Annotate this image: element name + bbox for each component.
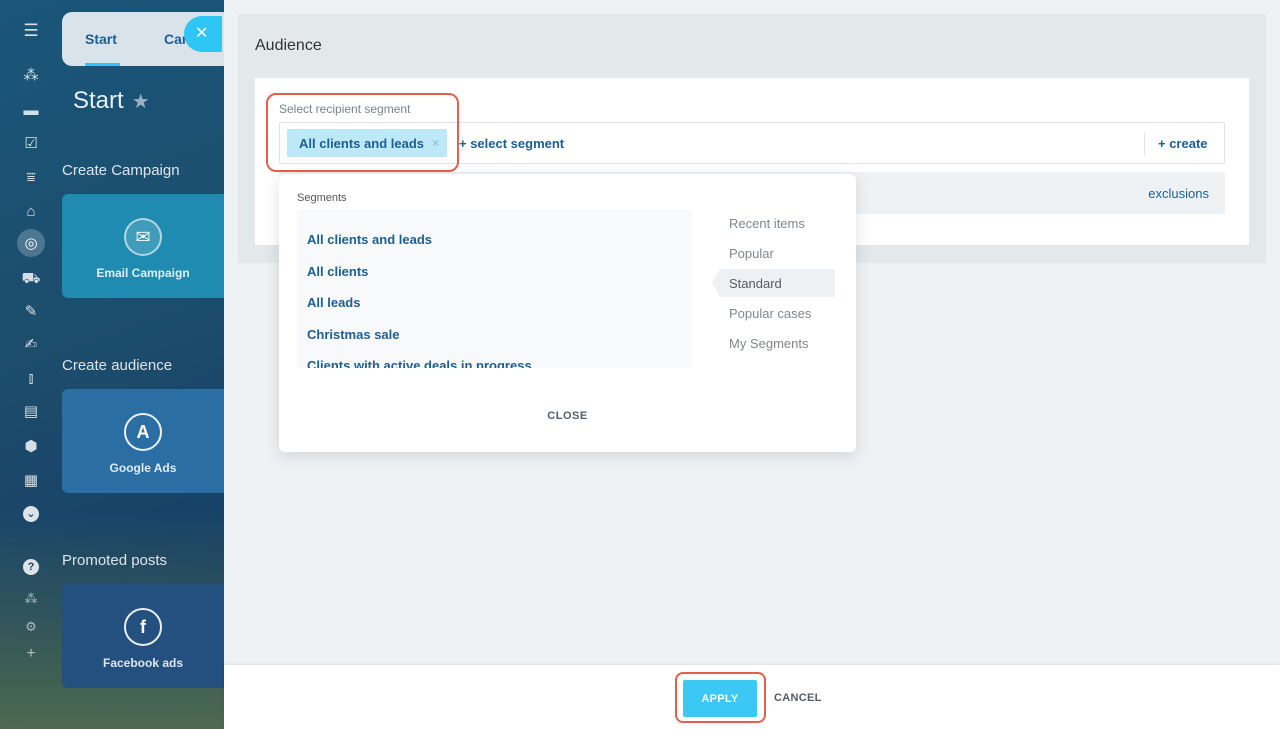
team-icon[interactable]: ⁂ <box>21 65 41 85</box>
sitemap-icon[interactable]: ⁂ <box>21 588 41 608</box>
help-icon[interactable]: ? <box>23 559 39 575</box>
tab-start-underline <box>85 63 120 66</box>
robot-icon[interactable]: ▬ <box>21 100 41 120</box>
category-my-segments[interactable]: My Segments <box>729 336 808 351</box>
popup-header: Segments <box>297 192 347 204</box>
highlight-segment-annotation <box>266 93 459 172</box>
section-title-promoted-posts: Promoted posts <box>62 552 168 569</box>
tile-google-ads[interactable]: A Google Ads <box>62 389 224 493</box>
tasks-icon[interactable]: ☑ <box>21 133 41 153</box>
settings-icon[interactable]: ⚙ <box>21 616 41 636</box>
tile-facebook-ads[interactable]: f Facebook ads <box>62 584 224 688</box>
edit-document-icon[interactable]: ✎ <box>21 301 41 321</box>
page-title-text: Start <box>73 87 124 114</box>
category-standard[interactable]: Standard <box>729 276 782 291</box>
select-segment-link[interactable]: + select segment <box>459 136 564 151</box>
close-icon: ✕ <box>195 25 209 42</box>
create-segment-link[interactable]: + create <box>1158 136 1208 151</box>
section-title-create-audience: Create audience <box>62 357 173 374</box>
list-item[interactable]: All clients <box>307 264 368 279</box>
google-ads-icon: A <box>124 413 162 451</box>
analytics-icon[interactable]: ⫾ <box>21 368 41 388</box>
exclusions-link[interactable]: exclusions <box>1148 186 1209 201</box>
contact-card-icon[interactable]: ▤ <box>21 401 41 421</box>
email-icon: ✉ <box>124 218 162 256</box>
category-popular[interactable]: Popular <box>729 246 774 261</box>
category-popular-cases[interactable]: Popular cases <box>729 306 811 321</box>
tab-campaigns[interactable]: Campaigns <box>164 31 186 47</box>
highlight-apply-annotation <box>675 672 766 723</box>
menu-icon[interactable]: ☰ <box>21 20 41 40</box>
box-icon[interactable]: ⬢ <box>21 436 41 456</box>
category-recent-items[interactable]: Recent items <box>729 216 805 231</box>
tab-start[interactable]: Start <box>85 31 117 47</box>
segments-list[interactable]: All clients and leads All clients All le… <box>297 210 692 368</box>
tile-email-campaign[interactable]: ✉ Email Campaign <box>62 194 224 298</box>
section-title-create-campaign: Create Campaign <box>62 162 180 179</box>
more-icon[interactable]: ⌄ <box>23 506 39 522</box>
add-icon[interactable]: + <box>21 644 41 664</box>
slider-footer: APPLY CANCEL <box>224 665 1280 729</box>
cancel-button[interactable]: CANCEL <box>774 692 822 704</box>
list-item[interactable]: Clients with active deals in progress <box>307 358 532 368</box>
audience-slider: Audience Select recipient segment All cl… <box>224 0 1280 729</box>
signature-icon[interactable]: ✍ <box>21 334 41 354</box>
divider <box>1144 133 1145 155</box>
clipboard-icon[interactable]: ▦ <box>21 470 41 490</box>
segments-popup: Segments All clients and leads All clien… <box>279 174 856 452</box>
tile-label: Facebook ads <box>102 656 184 670</box>
facebook-icon: f <box>124 608 162 646</box>
list-item[interactable]: All leads <box>307 295 360 310</box>
marketing-target-icon[interactable]: ◎ <box>17 229 45 257</box>
tile-label: Email Campaign <box>96 266 190 280</box>
tile-label: Google Ads <box>109 461 177 475</box>
cart-icon[interactable]: ⛟ <box>21 268 41 288</box>
close-slider-button[interactable]: ✕ <box>184 16 222 52</box>
star-icon[interactable]: ★ <box>132 89 150 114</box>
list-item[interactable]: All clients and leads <box>307 232 432 247</box>
filter-icon[interactable]: ⩸ <box>21 167 41 187</box>
left-menu-rail: ☰ ⁂ ▬ ☑ ⩸ ⌂ ◎ ⛟ ✎ ✍ ⫾ ▤ ⬢ ▦ ⌄ ? ⁂ ⚙ + <box>0 0 62 729</box>
list-item[interactable]: Christmas sale <box>307 327 400 342</box>
page-title: Start ★ <box>73 87 150 115</box>
popup-close-button[interactable]: CLOSE <box>279 410 856 422</box>
bank-icon[interactable]: ⌂ <box>21 201 41 221</box>
audience-title: Audience <box>255 37 322 54</box>
